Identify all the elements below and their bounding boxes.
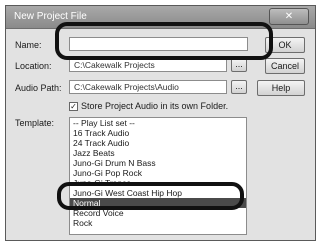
location-label: Location:	[15, 61, 52, 71]
template-list-item[interactable]: 16 Track Audio	[70, 128, 246, 138]
store-audio-label: Store Project Audio in its own Folder.	[81, 101, 229, 111]
cancel-button[interactable]: Cancel	[265, 58, 305, 74]
location-browse-button[interactable]: ...	[231, 58, 247, 72]
checkmark-icon: ✓	[70, 102, 77, 111]
name-input[interactable]	[69, 37, 248, 51]
name-label: Name:	[15, 40, 42, 50]
location-input[interactable]: C:\Cakewalk Projects	[69, 58, 227, 72]
new-project-dialog: New Project File ✕ Name: OK Location: C:…	[5, 5, 316, 241]
title-bar: New Project File ✕	[6, 6, 315, 29]
template-list-item[interactable]: Juno-Gi Pop Rock	[70, 168, 246, 178]
template-list-item[interactable]: -- Play List set --	[70, 118, 246, 128]
template-list-item[interactable]: Jazz Beats	[70, 148, 246, 158]
template-list[interactable]: -- Play List set -- 16 Track Audio 24 Trac…	[69, 117, 247, 235]
store-audio-checkbox[interactable]: ✓	[69, 102, 78, 111]
template-list-item[interactable]: Juno-Gi Drum N Bass	[70, 158, 246, 168]
audio-path-input[interactable]: C:\Cakewalk Projects\Audio	[69, 80, 227, 94]
help-button[interactable]: Help	[257, 80, 305, 96]
audio-path-browse-button[interactable]: ...	[231, 80, 247, 94]
close-button[interactable]: ✕	[269, 8, 309, 25]
close-icon: ✕	[284, 11, 294, 22]
template-list-item[interactable]: Normal	[70, 198, 246, 208]
template-label: Template:	[15, 118, 55, 128]
template-list-item[interactable]: Rock	[70, 218, 246, 228]
audio-path-label: Audio Path:	[15, 83, 62, 93]
template-list-item[interactable]: 24 Track Audio	[70, 138, 246, 148]
dialog-title: New Project File	[14, 11, 87, 22]
template-list-item[interactable]: Record Voice	[70, 208, 246, 218]
ok-button[interactable]: OK	[265, 37, 305, 53]
template-list-item[interactable]: Juno-Gi West Coast Hip Hop	[70, 188, 246, 198]
template-list-item[interactable]: Juno-Gi Trance	[70, 178, 246, 188]
